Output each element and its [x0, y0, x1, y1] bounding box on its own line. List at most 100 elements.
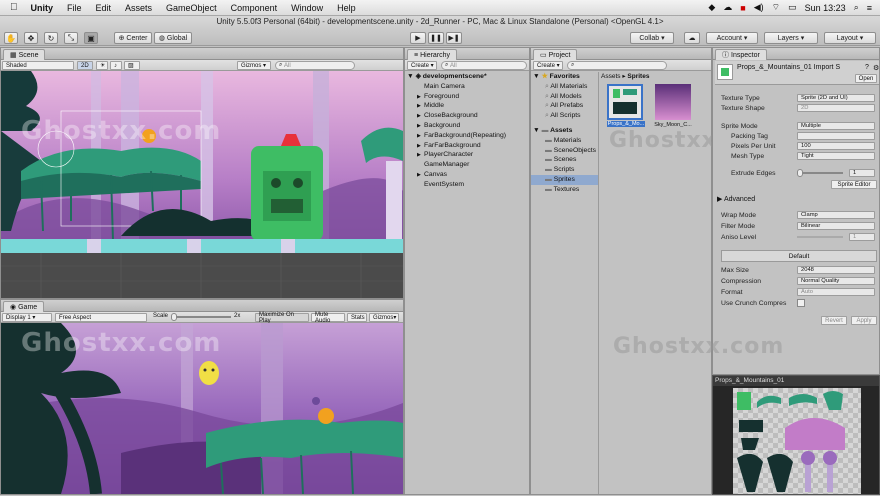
scene-canvas[interactable]: Ghostxx.com [1, 71, 403, 298]
favorite-item[interactable]: ⌕ All Scripts [531, 111, 598, 121]
hierarchy-create-dropdown[interactable]: Create ▾ [407, 61, 437, 70]
project-create-dropdown[interactable]: Create ▾ [533, 61, 563, 70]
search-icon[interactable]: ⌕ [854, 2, 859, 13]
lighting-toggle[interactable]: ☀ [96, 61, 108, 70]
wifi-icon[interactable]: ⌔ [772, 2, 780, 13]
sprite-editor-button[interactable]: Sprite Editor [831, 180, 877, 189]
rect-tool-button[interactable]: ▣ [84, 32, 98, 44]
import-setting-value[interactable]: Sprite (2D and UI) [797, 94, 875, 102]
menu-help[interactable]: Help [330, 3, 363, 13]
audio-toggle[interactable]: ♪ [110, 61, 122, 70]
menu-component[interactable]: Component [224, 3, 285, 13]
tab-project[interactable]: ▭ Project [533, 49, 578, 60]
aspect-dropdown[interactable]: Free Aspect [55, 313, 147, 322]
dropbox-icon[interactable]: ◆ [708, 2, 715, 13]
hierarchy-item[interactable]: EventSystem [407, 180, 529, 190]
play-button[interactable]: ▶ [410, 32, 426, 44]
favorite-item[interactable]: ⌕ All Prefabs [531, 101, 598, 111]
apply-button[interactable]: Apply [851, 316, 877, 325]
scale-tool-button[interactable]: ⤡ [64, 32, 78, 44]
list-icon[interactable]: ≡ [867, 3, 872, 13]
cloud-services-button[interactable]: ☁ [684, 32, 700, 44]
hierarchy-item[interactable]: ▶ CloseBackground [407, 111, 529, 121]
effects-toggle[interactable]: ▨ [124, 61, 140, 70]
scale-slider-thumb[interactable] [171, 313, 177, 321]
layers-dropdown[interactable]: Layers ▾ [764, 32, 818, 44]
hierarchy-item[interactable]: ▶ PlayerCharacter [407, 150, 529, 160]
sprite-preview-image[interactable] [733, 388, 861, 494]
settings-icon[interactable]: ⚙ [873, 64, 879, 72]
import-setting-value[interactable]: 2D [797, 104, 875, 112]
project-search-input[interactable]: ⌕ [567, 61, 667, 70]
favorite-item[interactable]: ⌕ All Models [531, 92, 598, 102]
display-dropdown[interactable]: Display 1 ▾ [2, 313, 52, 322]
filter-mode-dropdown[interactable]: Bilinear [797, 222, 875, 230]
tab-game[interactable]: ◉ Game [3, 301, 45, 312]
game-canvas[interactable]: Ghostxx.com [1, 323, 403, 494]
collab-button[interactable]: Collab ▾ [630, 32, 674, 44]
asset-folder-item[interactable]: ▬ SceneObjects [531, 146, 598, 156]
step-button[interactable]: ▶❚ [446, 32, 462, 44]
mute-audio-toggle[interactable]: Mute Audio [311, 312, 345, 324]
asset-thumb-props[interactable]: Props_&_Mo... [607, 84, 645, 132]
move-tool-button[interactable]: ✥ [24, 32, 38, 44]
import-setting-value[interactable]: Tight [797, 152, 875, 160]
hierarchy-item[interactable]: GameManager [407, 160, 529, 170]
platform-default-tab[interactable]: Default [721, 250, 877, 262]
extrude-slider[interactable] [797, 169, 843, 177]
hierarchy-item[interactable]: ▶ Foreground [407, 92, 529, 102]
pivot-center-button[interactable]: ⊕ Center [114, 32, 152, 44]
menu-edit[interactable]: Edit [89, 3, 119, 13]
breadcrumb-root[interactable]: Assets [601, 73, 621, 80]
asset-folder-item[interactable]: ▬ Textures [531, 185, 598, 195]
wrap-mode-dropdown[interactable]: Clamp [797, 211, 875, 219]
expand-arrow-icon[interactable]: ▼ [533, 127, 540, 134]
compression-dropdown[interactable]: Normal Quality [797, 277, 875, 285]
revert-button[interactable]: Revert [821, 316, 847, 325]
scene-search-input[interactable]: ⌕ All [275, 61, 355, 70]
hierarchy-item[interactable]: ▶ Background [407, 121, 529, 131]
scale-slider[interactable] [173, 316, 231, 318]
asset-folder-item[interactable]: ▬ Sprites [531, 174, 598, 185]
open-button[interactable]: Open [855, 74, 877, 83]
maximize-on-play-toggle[interactable]: Maximize On Play [255, 312, 309, 324]
hierarchy-item[interactable]: ▶ FarBackground(Repeating) [407, 131, 529, 141]
volume-icon[interactable]: ◀) [754, 2, 764, 13]
hierarchy-item[interactable]: ▶ Middle [407, 101, 529, 111]
advanced-foldout[interactable]: ▶ Advanced [717, 195, 755, 203]
import-setting-value[interactable]: Multiple [797, 122, 875, 130]
apple-icon[interactable]:  [0, 2, 24, 13]
import-setting-value[interactable]: 100 [797, 142, 875, 150]
menu-assets[interactable]: Assets [118, 3, 159, 13]
max-size-dropdown[interactable]: 2048 [797, 266, 875, 274]
app-menu[interactable]: Unity [24, 3, 61, 13]
clock-text[interactable]: Sun 13:23 [805, 3, 846, 13]
breadcrumb-current[interactable]: Sprites [627, 73, 649, 80]
aniso-value[interactable]: 1 [849, 233, 875, 241]
asset-folder-item[interactable]: ▬ Scenes [531, 155, 598, 165]
pause-button[interactable]: ❚❚ [428, 32, 444, 44]
extrude-value[interactable]: 1 [849, 169, 875, 177]
battery-icon[interactable]: ▭ [788, 2, 797, 13]
tab-scene[interactable]: ▦ Scene [3, 49, 46, 60]
favorite-item[interactable]: ⌕ All Materials [531, 82, 598, 92]
game-gizmos-dropdown[interactable]: Gizmos ▾ [369, 313, 399, 322]
2d-toggle[interactable]: 2D [77, 61, 93, 70]
scene-root-row[interactable]: ▼ ◈ developmentscene* [407, 72, 529, 82]
hierarchy-item[interactable]: Main Camera [407, 82, 529, 92]
tab-inspector[interactable]: ⓘ Inspector [715, 49, 767, 60]
menu-file[interactable]: File [60, 3, 89, 13]
hierarchy-item[interactable]: ▶ Canvas [407, 170, 529, 180]
menu-gameobject[interactable]: GameObject [159, 3, 224, 13]
crunch-checkbox[interactable] [797, 299, 805, 307]
assets-row[interactable]: ▼ ▬ Assets [531, 126, 598, 136]
asset-folder-item[interactable]: ▬ Scripts [531, 165, 598, 175]
asset-thumb-sky[interactable]: Sky_Moon_C... [651, 84, 695, 132]
hierarchy-item[interactable]: ▶ FarFarBackground [407, 141, 529, 151]
favorites-row[interactable]: ▼ ★ Favorites [531, 72, 598, 82]
hand-tool-button[interactable]: ✋ [4, 32, 18, 44]
cloud-icon[interactable]: ☁ [723, 2, 732, 13]
import-setting-value[interactable] [797, 132, 875, 140]
pivot-global-button[interactable]: ◍ Global [154, 32, 192, 44]
hierarchy-search-input[interactable]: ⌕ All [441, 61, 527, 70]
